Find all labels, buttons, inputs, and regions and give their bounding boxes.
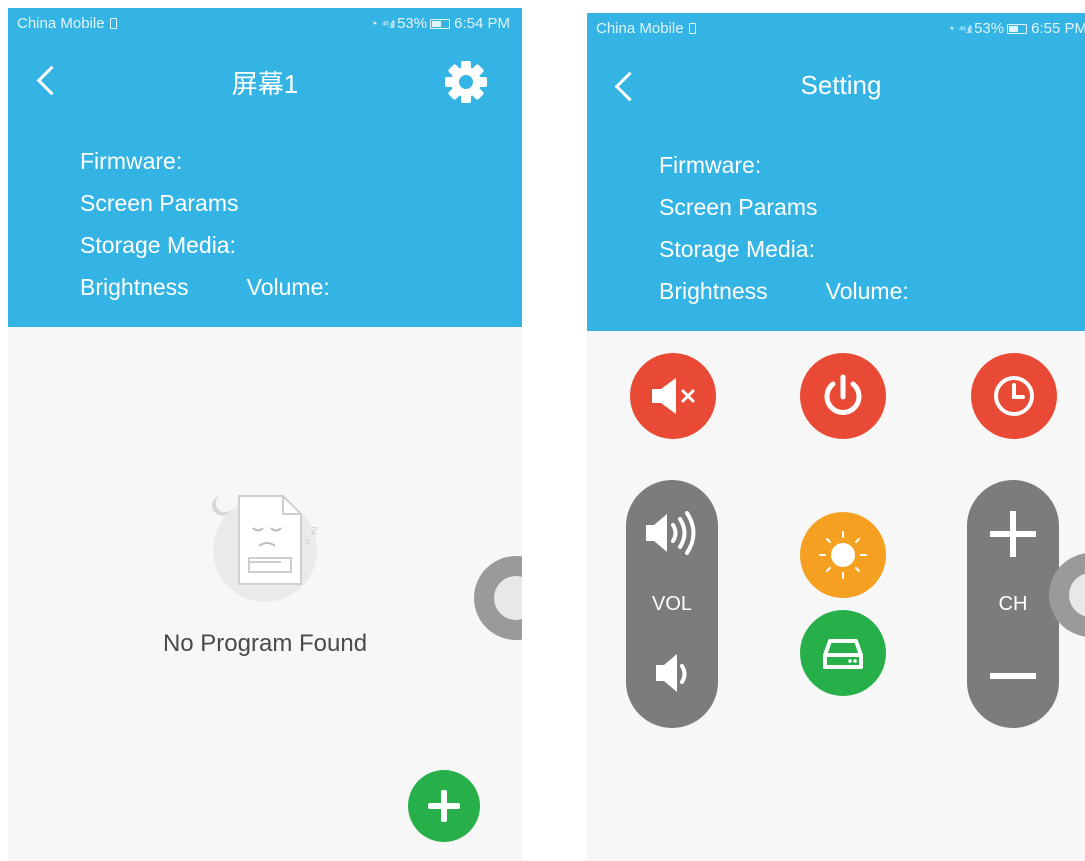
channel-down-button[interactable] (967, 634, 1059, 714)
storage-drive-icon (823, 639, 863, 669)
screen-params-label: Screen Params (80, 190, 239, 216)
mute-button[interactable] (630, 353, 716, 439)
status-bar: China Mobile ◔ ⁴⁶.ıll 53% 6:54 PM (8, 8, 522, 34)
add-program-button[interactable] (408, 770, 480, 842)
clock-icon (994, 376, 1034, 416)
firmware-label: Firmware: (80, 148, 183, 174)
page-title: Setting (800, 70, 882, 100)
setting-screen: China Mobile ◔ ⁴⁶.ıll 53% 6:55 PM Setting F… (587, 13, 1085, 861)
status-bar: China Mobile ◔ ⁴⁶.ıll 53% 6:55 PM (587, 13, 1085, 39)
minus-icon (990, 673, 1036, 679)
brightness-label: Brightness (80, 274, 189, 300)
carrier-label: China Mobile (596, 20, 684, 37)
battery-icon (1007, 24, 1028, 34)
storage-media-label: Storage Media: (659, 236, 815, 262)
signal-indicator: ⁴⁶.ıll (381, 20, 395, 31)
program-list-screen: China Mobile ◔ ⁴⁶.ıll 53% 6:54 PM 屏幕1 Firmw… (8, 8, 522, 861)
battery-percent: 53% (397, 15, 428, 32)
storage-media-label: Storage Media: (80, 232, 236, 258)
floating-assist-ball[interactable] (474, 556, 522, 640)
clock-time: 6:54 PM (454, 15, 510, 32)
volume-control: VOL (626, 480, 718, 728)
channel-label: CH (998, 593, 1028, 615)
wifi-icon: ◔ (369, 16, 378, 31)
sim-icon (688, 23, 696, 34)
sleeping-document-icon: z z (212, 495, 317, 602)
storage-button[interactable] (800, 610, 886, 696)
gear-icon[interactable] (442, 58, 490, 106)
volume-label: Volume: (246, 274, 330, 300)
sim-icon (109, 18, 117, 29)
brightness-label: Brightness (659, 278, 768, 304)
battery-percent: 53% (974, 20, 1005, 37)
mute-icon (652, 378, 695, 414)
channel-control: CH (967, 480, 1059, 728)
volume-up-icon (646, 511, 696, 555)
brightness-volume-row: Brightness Volume: (659, 278, 909, 305)
volume-label: Volume: (825, 278, 909, 304)
volume-down-icon (656, 654, 687, 692)
clock-time: 6:55 PM (1031, 20, 1085, 37)
plus-icon (990, 511, 1036, 557)
volume-up-button[interactable] (626, 494, 718, 574)
signal-indicator: ⁴⁶.ıll (958, 25, 972, 36)
svg-text:z: z (311, 523, 317, 537)
carrier-label: China Mobile (17, 15, 105, 32)
timer-button[interactable] (971, 353, 1057, 439)
power-icon (824, 374, 862, 415)
sun-icon (819, 531, 867, 579)
header: China Mobile ◔ ⁴⁶.ıll 53% 6:55 PM Setting F… (587, 13, 1085, 331)
brightness-button[interactable] (800, 512, 886, 598)
channel-up-button[interactable] (967, 494, 1059, 574)
header: China Mobile ◔ ⁴⁶.ıll 53% 6:54 PM 屏幕1 Firmw… (8, 8, 522, 327)
screen-params-label: Screen Params (659, 194, 818, 220)
volume-label: VOL (651, 593, 693, 615)
power-button[interactable] (800, 353, 886, 439)
svg-text:z: z (305, 537, 310, 547)
empty-state-message: No Program Found (162, 630, 368, 657)
battery-icon (430, 19, 451, 29)
wifi-icon: ◔ (946, 21, 955, 36)
firmware-label: Firmware: (659, 152, 762, 178)
volume-down-button[interactable] (626, 634, 718, 714)
brightness-volume-row: Brightness Volume: (80, 274, 330, 301)
